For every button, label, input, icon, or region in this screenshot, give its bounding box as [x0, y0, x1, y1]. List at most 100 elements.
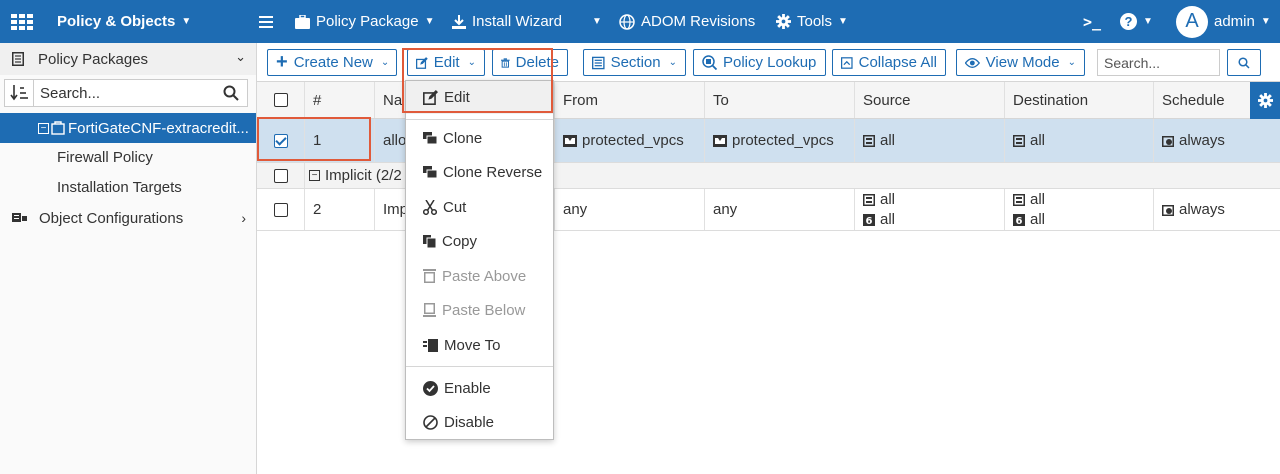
collapse-all-label: Collapse All: [858, 54, 937, 71]
install-wizard-label: Install Wizard: [472, 13, 563, 30]
firewall-policy-label: Firewall Policy: [57, 148, 153, 166]
menu-item-paste-below[interactable]: Paste Below: [406, 293, 553, 327]
sidebar-item-firewall-policy[interactable]: Firewall Policy: [0, 142, 256, 172]
address-icon: [1013, 134, 1025, 147]
column-settings-button[interactable]: [1250, 82, 1280, 119]
policy-lookup-button[interactable]: Policy Lookup: [693, 49, 826, 76]
header-destination-label: Destination: [1013, 91, 1089, 109]
menu-item-enable[interactable]: Enable: [406, 371, 553, 405]
help-menu[interactable]: ? ▼: [1120, 0, 1153, 43]
eye-icon: [965, 57, 980, 68]
app-title: Policy & Objects: [57, 13, 176, 30]
view-mode-button[interactable]: View Mode ⌄: [956, 49, 1085, 76]
row-from-text: protected_vpcs: [582, 132, 684, 149]
menu-item-copy-label: Copy: [442, 232, 478, 250]
group-checkbox[interactable]: [273, 168, 288, 183]
section-label: Section: [610, 54, 661, 71]
app-grid-icon[interactable]: [11, 0, 39, 43]
paste-below-icon: [423, 303, 436, 317]
user-menu[interactable]: A admin ▼: [1176, 0, 1271, 43]
row-to-text: any: [713, 201, 738, 218]
menu-item-disable[interactable]: Disable: [406, 405, 553, 439]
sort-button[interactable]: [4, 79, 34, 107]
cli-console-icon[interactable]: >_: [1083, 0, 1101, 43]
header-number-label: #: [313, 91, 322, 109]
trash-icon: [501, 57, 510, 68]
collapse-icon[interactable]: −: [309, 170, 320, 181]
sidebar-search-input[interactable]: Search...: [34, 79, 248, 107]
gear-icon: [1257, 93, 1273, 108]
row-to: protected_vpcs: [705, 119, 855, 162]
sidebar-item-package[interactable]: − FortiGateCNF-extracredit...: [0, 113, 256, 143]
sidebar: Policy Packages ⌄ Search... − FortiGateC…: [0, 43, 257, 474]
header-schedule[interactable]: Schedule: [1154, 82, 1250, 118]
row-to: any: [705, 189, 855, 230]
install-wizard-dropdown[interactable]: ▼: [586, 0, 602, 43]
policy-package-menu[interactable]: Policy Package ▼: [295, 0, 434, 43]
header-source[interactable]: Source: [855, 82, 1005, 118]
package-icon: [51, 121, 65, 135]
paste-above-icon: [423, 269, 436, 283]
select-all-cell: [257, 82, 305, 118]
select-all-checkbox[interactable]: [273, 93, 288, 107]
header-name-label: Na: [383, 91, 403, 109]
row-destination-text: all: [1030, 190, 1046, 208]
ipv6-address-icon: 6: [1013, 213, 1025, 226]
menu-item-clone[interactable]: Clone: [406, 121, 553, 155]
row-checkbox[interactable]: [273, 133, 288, 148]
username-label: admin: [1214, 13, 1255, 30]
toolbar-search-input[interactable]: Search...: [1097, 49, 1220, 76]
create-new-label: Create New: [293, 54, 373, 71]
edit-icon: [423, 90, 438, 105]
adom-revisions-menu[interactable]: ADOM Revisions: [619, 0, 755, 43]
header-from[interactable]: From: [555, 82, 705, 118]
interface-icon: [563, 134, 577, 147]
row-schedule: always: [1154, 119, 1280, 162]
chevron-down-icon: ▼: [1260, 16, 1271, 27]
menu-item-copy[interactable]: Copy: [406, 224, 553, 258]
policy-packages-label: Policy Packages: [38, 50, 149, 68]
row-number-text: 2: [313, 201, 322, 218]
row-from-text: any: [563, 201, 588, 218]
object-config-icon: [12, 213, 27, 222]
gear-icon: [776, 14, 791, 29]
chevron-down-icon: ▼: [592, 16, 602, 27]
edit-button[interactable]: Edit ⌄: [407, 49, 485, 76]
header-number[interactable]: #: [305, 82, 375, 118]
delete-button[interactable]: Delete: [492, 49, 568, 76]
menu-item-edit[interactable]: Edit: [406, 81, 553, 114]
group-select-cell: [257, 163, 305, 188]
policy-toolbar: + Create New ⌄ Edit ⌄ Delete Section ⌄ Poli…: [257, 43, 1280, 83]
install-icon: [452, 14, 466, 29]
sidebar-item-object-configurations[interactable]: Object Configurations ›: [0, 203, 256, 233]
section-button[interactable]: Section ⌄: [583, 49, 686, 76]
address-icon: [863, 134, 875, 147]
sidebar-item-installation-targets[interactable]: Installation Targets: [0, 172, 256, 202]
menu-divider: [406, 119, 553, 120]
toolbar-search-button[interactable]: [1227, 49, 1261, 76]
hamburger-menu-icon[interactable]: [259, 0, 279, 43]
policy-packages-header[interactable]: Policy Packages ⌄: [0, 43, 256, 75]
row-destination-text: all: [1030, 210, 1046, 228]
menu-item-move-to[interactable]: Move To: [406, 328, 553, 362]
row-checkbox[interactable]: [273, 202, 288, 217]
menu-item-clone-reverse[interactable]: Clone Reverse: [406, 155, 553, 189]
header-from-label: From: [563, 91, 598, 109]
tools-menu[interactable]: Tools ▼: [776, 0, 848, 43]
search-icon: [223, 85, 239, 101]
header-to[interactable]: To: [705, 82, 855, 118]
header-to-label: To: [713, 91, 729, 109]
menu-item-cut[interactable]: Cut: [406, 190, 553, 224]
top-navigation-bar: Policy & Objects ▼ Policy Package ▼ Instal…: [0, 0, 1280, 43]
create-new-button[interactable]: + Create New ⌄: [267, 49, 397, 76]
plus-icon: +: [276, 51, 288, 73]
object-configurations-label: Object Configurations: [39, 209, 184, 227]
row-select-cell: [257, 119, 305, 162]
header-destination[interactable]: Destination: [1005, 82, 1154, 118]
app-title-menu[interactable]: Policy & Objects ▼: [57, 0, 191, 43]
menu-item-clone-label: Clone: [443, 129, 483, 147]
install-wizard-menu[interactable]: Install Wizard: [452, 0, 562, 43]
row-to-text: protected_vpcs: [732, 132, 834, 149]
collapse-all-button[interactable]: Collapse All: [832, 49, 946, 76]
menu-item-paste-above[interactable]: Paste Above: [406, 259, 553, 293]
